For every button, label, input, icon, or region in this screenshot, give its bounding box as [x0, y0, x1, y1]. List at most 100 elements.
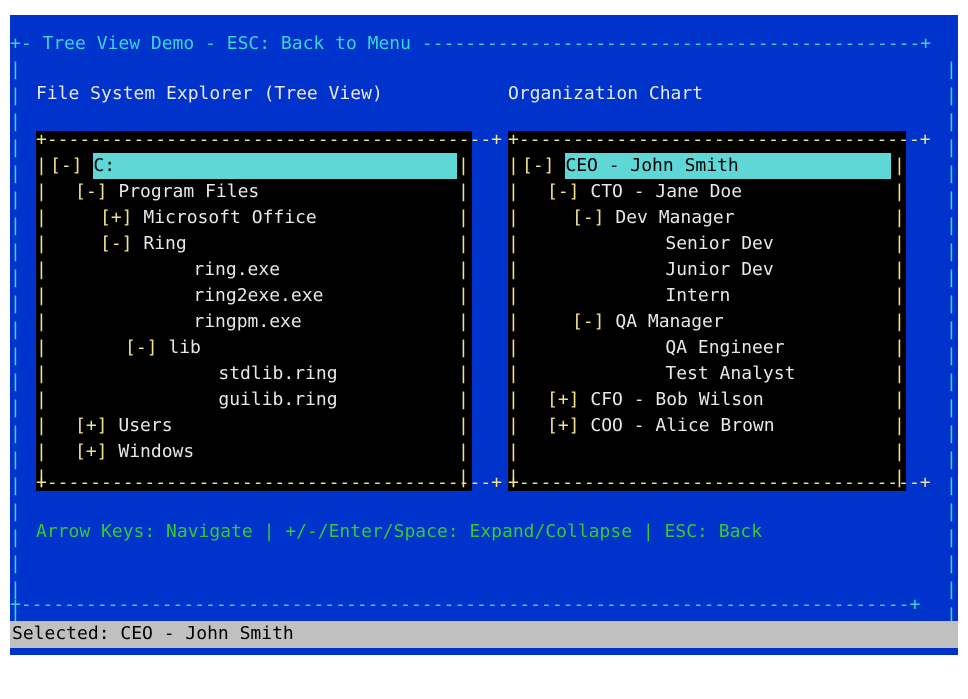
file-tree-node[interactable]: guilib.ring — [175, 387, 338, 413]
toggle-spacer — [83, 153, 94, 179]
toggle-spacer — [555, 153, 566, 179]
toggle-spacer — [150, 309, 193, 335]
toggle-spacer — [108, 439, 119, 465]
toggle-spacer — [158, 335, 169, 361]
toggle-spacer — [175, 361, 218, 387]
toggle-spacer — [622, 231, 665, 257]
toggle-spacer — [580, 387, 591, 413]
file-tree-node-label: Ring — [143, 233, 187, 254]
file-tree-bottom-border: +---------------------------------------… — [36, 472, 502, 493]
collapse-toggle[interactable]: [-] — [50, 153, 83, 179]
org-chart-node[interactable]: Senior Dev — [622, 231, 774, 257]
org-chart-left-border: | | | | | | | | | | | | | — [508, 155, 519, 488]
file-panel-heading: File System Explorer (Tree View) — [36, 83, 383, 104]
expand-toggle[interactable]: [+] — [547, 387, 580, 413]
help-text: Arrow Keys: Navigate | +/-/Enter/Space: … — [36, 521, 763, 542]
file-tree-node[interactable]: stdlib.ring — [175, 361, 338, 387]
terminal-screen: +- Tree View Demo - ESC: Back to Menu --… — [10, 15, 958, 655]
toggle-spacer — [622, 257, 665, 283]
bottom-border: +---------------------------------------… — [10, 594, 921, 615]
collapse-toggle[interactable]: [-] — [75, 179, 108, 205]
toggle-spacer — [622, 361, 665, 387]
file-tree-node-label: Windows — [118, 441, 195, 462]
org-chart-node-label: CEO - John Smith — [565, 153, 892, 179]
collapse-toggle[interactable]: [-] — [572, 205, 605, 231]
org-chart-node-label: Junior Dev — [665, 259, 774, 280]
collapse-toggle[interactable]: [-] — [522, 153, 555, 179]
org-chart-node-label: Senior Dev — [665, 233, 774, 254]
org-chart-node-label: Dev Manager — [615, 207, 735, 228]
org-chart-right-border: | | | | | | | | | | | | | — [894, 155, 905, 488]
toggle-spacer — [133, 205, 144, 231]
file-tree-node-label: Microsoft Office — [143, 207, 317, 228]
org-chart-node[interactable]: Test Analyst — [622, 361, 795, 387]
org-chart-node-label: QA Engineer — [665, 337, 785, 358]
toggle-spacer — [580, 413, 591, 439]
org-chart-node[interactable]: QA Engineer — [622, 335, 785, 361]
collapse-toggle[interactable]: [-] — [100, 231, 133, 257]
file-tree-node[interactable]: [-] Ring — [100, 231, 187, 257]
expand-toggle[interactable]: [+] — [547, 413, 580, 439]
org-chart-node[interactable]: [+] CFO - Bob Wilson — [547, 387, 764, 413]
org-chart-node[interactable]: [+] COO - Alice Brown — [547, 413, 775, 439]
expand-toggle[interactable]: [+] — [75, 439, 108, 465]
file-tree-node[interactable]: [+] Microsoft Office — [100, 205, 317, 231]
file-tree-node-label: lib — [168, 337, 201, 358]
file-tree-right-border: | | | | | | | | | | | | | — [458, 155, 469, 488]
toggle-spacer — [622, 283, 665, 309]
file-tree-node[interactable]: [-] Program Files — [75, 179, 259, 205]
file-tree-node[interactable]: [+] Users — [75, 413, 173, 439]
file-tree-node-label: ring.exe — [193, 259, 281, 280]
toggle-spacer — [605, 309, 616, 335]
org-chart-node[interactable]: [-] QA Manager — [572, 309, 724, 335]
org-chart-node-label: Test Analyst — [665, 363, 796, 384]
org-chart-panel[interactable]: +-------------------------------------+ … — [508, 129, 931, 493]
file-tree-node[interactable]: ringpm.exe — [150, 309, 302, 335]
toggle-spacer — [175, 387, 218, 413]
file-tree-node-label: Users — [118, 415, 173, 436]
org-chart-node[interactable]: Junior Dev — [622, 257, 774, 283]
toggle-spacer — [580, 179, 591, 205]
file-tree-panel[interactable]: +---------------------------------------… — [36, 129, 502, 493]
org-chart-node-label: CTO - Jane Doe — [590, 181, 743, 202]
toggle-spacer — [622, 335, 665, 361]
toggle-spacer — [133, 231, 144, 257]
expand-toggle[interactable]: [+] — [100, 205, 133, 231]
file-tree-node[interactable]: [-] lib — [125, 335, 201, 361]
status-text: Selected: CEO - John Smith — [12, 623, 294, 644]
toggle-spacer — [108, 179, 119, 205]
file-tree-left-border: | | | | | | | | | | | | | — [36, 155, 47, 488]
org-chart-node-label: CFO - Bob Wilson — [590, 389, 764, 410]
org-chart-bottom-border: +-------------------------------------+ — [508, 472, 931, 493]
org-chart-node[interactable]: Intern — [622, 283, 730, 309]
collapse-toggle[interactable]: [-] — [125, 335, 158, 361]
status-bar: Selected: CEO - John Smith — [10, 621, 958, 648]
org-panel-heading: Organization Chart — [508, 83, 704, 104]
collapse-toggle[interactable]: [-] — [547, 179, 580, 205]
window-title: +- Tree View Demo - ESC: Back to Menu --… — [10, 33, 932, 54]
expand-toggle[interactable]: [+] — [75, 413, 108, 439]
file-tree-node-label: ringpm.exe — [193, 311, 302, 332]
file-tree-node[interactable]: [-] C: — [50, 153, 458, 179]
org-chart-node-label: QA Manager — [615, 311, 724, 332]
file-tree-node[interactable]: ring2exe.exe — [150, 283, 323, 309]
org-chart-node[interactable]: [-] Dev Manager — [572, 205, 735, 231]
file-tree-node-label: guilib.ring — [218, 389, 338, 410]
org-chart-node[interactable]: [-] CTO - Jane Doe — [547, 179, 742, 205]
file-tree-node[interactable]: ring.exe — [150, 257, 280, 283]
file-tree-top-border: +---------------------------------------… — [36, 129, 502, 150]
toggle-spacer — [605, 205, 616, 231]
org-chart-node-label: Intern — [665, 285, 731, 306]
collapse-toggle[interactable]: [-] — [572, 309, 605, 335]
left-border: | | | | | | | | | | | | | | | | | | | | … — [10, 59, 21, 626]
right-border: | | | | | | | | | | | | | | | | | | | | … — [946, 59, 957, 626]
toggle-spacer — [150, 257, 193, 283]
file-tree-node-label: C: — [93, 153, 458, 179]
org-chart-node[interactable]: [-] CEO - John Smith — [522, 153, 892, 179]
file-tree-node-label: stdlib.ring — [218, 363, 338, 384]
file-tree-node-label: ring2exe.exe — [193, 285, 324, 306]
file-tree-node[interactable]: [+] Windows — [75, 439, 194, 465]
toggle-spacer — [108, 413, 119, 439]
file-tree-node-label: Program Files — [118, 181, 260, 202]
toggle-spacer — [150, 283, 193, 309]
